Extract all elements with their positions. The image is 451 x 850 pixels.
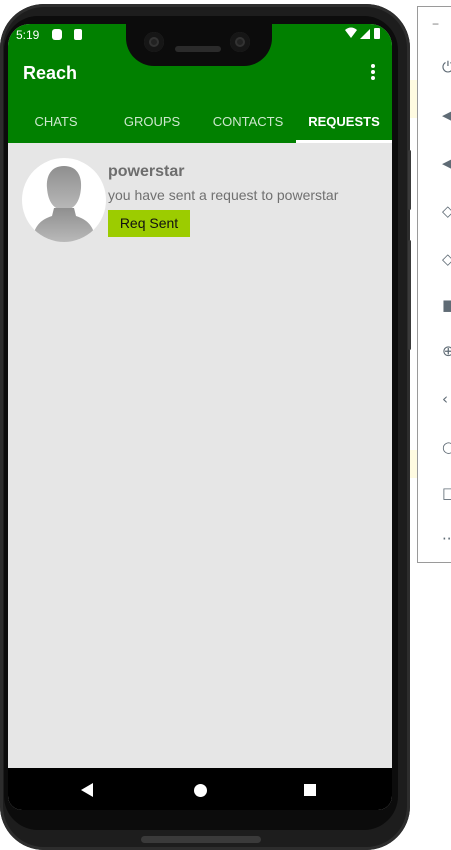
tab-contacts[interactable]: CONTACTS — [200, 106, 296, 143]
tab-bar: CHATS GROUPS CONTACTS REQUESTS — [8, 106, 392, 143]
sd-card-icon — [74, 29, 82, 40]
home-icon[interactable]: ○ — [442, 439, 451, 455]
more-icon[interactable]: ·· — [442, 531, 451, 547]
status-time: 5:19 — [16, 28, 40, 42]
zoom-icon[interactable]: ⊕ — [442, 343, 451, 359]
volume-down-icon[interactable]: ◀ — [442, 155, 451, 171]
rotate-left-icon[interactable]: ◇ — [442, 203, 451, 219]
navigation-bar — [8, 768, 392, 810]
overflow-menu-icon[interactable] — [370, 64, 376, 82]
camera-icon — [144, 32, 164, 52]
speaker-grille — [175, 46, 221, 52]
back-icon[interactable]: ‹ — [442, 391, 451, 407]
tab-chats[interactable]: CHATS — [8, 106, 104, 143]
avatar — [22, 158, 106, 242]
camera-icon — [230, 32, 250, 52]
phone-side-button — [408, 240, 411, 350]
emulator-toolbar: − ⏻ ◀ ◀ ◇ ◇ ■ ⊕ ‹ ○ □ ·· — [417, 6, 451, 563]
minimize-button[interactable]: − — [432, 17, 439, 31]
request-message: you have sent a request to powerstar — [108, 187, 339, 203]
app-title: Reach — [23, 63, 78, 83]
request-name: powerstar — [108, 163, 185, 180]
system-status-icons — [344, 27, 384, 44]
wifi-signal-battery-icon — [345, 27, 380, 39]
overview-icon[interactable]: □ — [442, 485, 451, 501]
home-icon[interactable] — [194, 784, 207, 797]
default-user-icon — [32, 166, 96, 242]
power-icon[interactable]: ⏻ — [442, 59, 451, 75]
tab-groups[interactable]: GROUPS — [104, 106, 200, 143]
camera-notch — [126, 24, 272, 66]
phone-screen: 5:19 Reach CHATS GROUPS CONTACTS REQUEST… — [8, 24, 392, 810]
rotate-right-icon[interactable]: ◇ — [442, 251, 451, 267]
phone-side-button — [408, 150, 411, 210]
recent-apps-icon[interactable] — [304, 784, 316, 796]
tab-requests[interactable]: REQUESTS — [296, 106, 392, 143]
back-icon[interactable] — [81, 783, 93, 797]
volume-up-icon[interactable]: ◀ — [442, 107, 451, 123]
request-sent-button[interactable]: Req Sent — [108, 210, 190, 237]
notification-icon — [52, 29, 62, 40]
camera-icon[interactable]: ■ — [442, 297, 451, 313]
request-list-item[interactable]: powerstar you have sent a request to pow… — [8, 152, 392, 246]
app-bar: 5:19 Reach CHATS GROUPS CONTACTS REQUEST… — [8, 24, 392, 143]
phone-bottom-edge — [141, 836, 261, 843]
